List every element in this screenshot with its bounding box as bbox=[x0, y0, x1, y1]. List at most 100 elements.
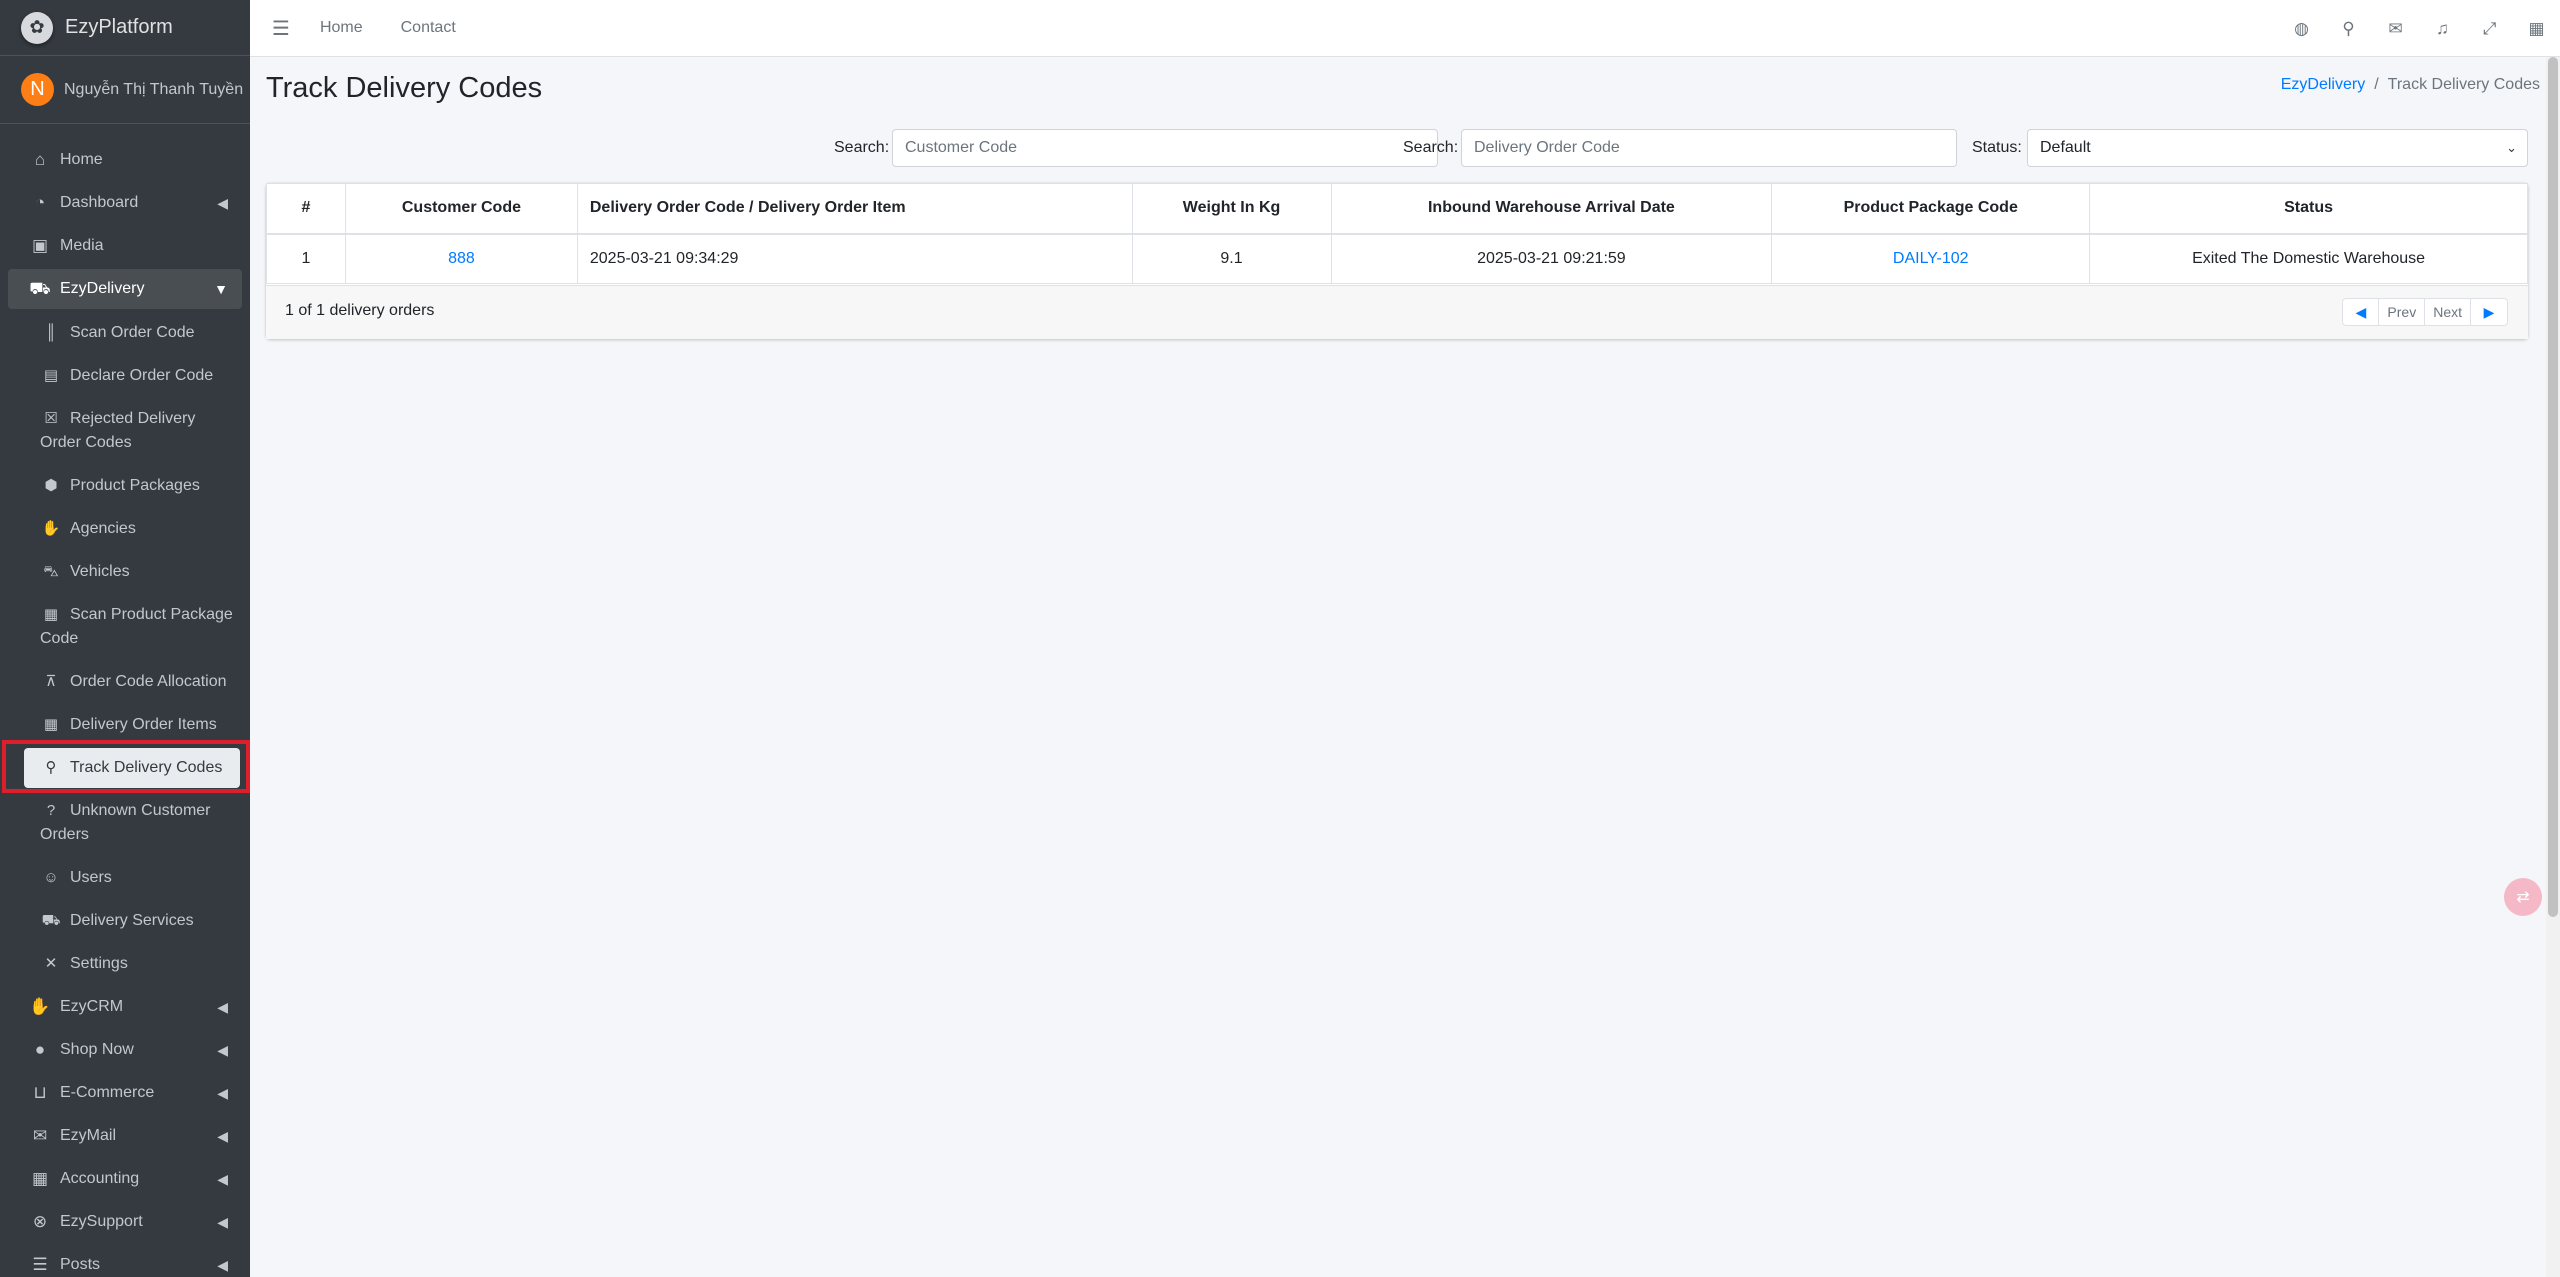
topnav-contact-link[interactable]: Contact bbox=[401, 19, 456, 37]
last-page-icon[interactable]: ▶ bbox=[2471, 299, 2507, 325]
sidebar-item-vehicles[interactable]: ⛍ Vehicles bbox=[24, 552, 242, 592]
dashboard-icon: ◔ bbox=[34, 193, 46, 212]
avatar: N bbox=[21, 73, 54, 106]
topnav-home-link[interactable]: Home bbox=[320, 19, 363, 37]
question-icon: ? bbox=[46, 802, 56, 819]
chevron-left-icon: ◀ bbox=[217, 1128, 228, 1144]
customer-code-search-input[interactable]: Customer Code bbox=[892, 129, 1438, 167]
expand-icon[interactable]: ⤢ bbox=[2466, 19, 2513, 39]
table-row: 1 888 2025-03-21 09:34:29 9.1 2025-03-21… bbox=[266, 233, 2528, 284]
breadcrumb-ezydelivery-link[interactable]: EzyDelivery bbox=[2281, 76, 2365, 93]
globe-icon[interactable]: ◍ bbox=[2278, 19, 2325, 39]
sidebar-item-settings[interactable]: ✕ Settings bbox=[24, 944, 242, 984]
sidebar-item-label: Order Code Allocation bbox=[70, 673, 227, 690]
scrollbar-thumb[interactable] bbox=[2548, 57, 2558, 917]
sidebar-item-unknown-customer-orders[interactable]: ? Unknown Customer Orders bbox=[24, 791, 242, 855]
sidebar-item-order-code-allocation[interactable]: ⊼ Order Code Allocation bbox=[24, 662, 242, 702]
pagination: ◀ Prev Next ▶ bbox=[2342, 298, 2508, 326]
sidebar: ✿ EzyPlatform N Nguyễn Thị Thanh Tuyền ⌂… bbox=[0, 0, 250, 1277]
col-product-package-code[interactable]: Product Package Code bbox=[1771, 183, 2091, 235]
table-header-row: # Customer Code Delivery Order Code / De… bbox=[266, 183, 2528, 235]
boxes-icon: ⬢ bbox=[44, 477, 58, 494]
customer-code-link[interactable]: 888 bbox=[448, 250, 475, 267]
delivery-order-code-search-input[interactable]: Delivery Order Code bbox=[1461, 129, 1957, 167]
comments-icon[interactable]: ✉ bbox=[2372, 19, 2419, 39]
col-delivery-order-code[interactable]: Delivery Order Code / Delivery Order Ite… bbox=[576, 183, 1133, 235]
first-page-icon[interactable]: ◀ bbox=[2343, 299, 2380, 325]
sidebar-item-users[interactable]: ☺ Users bbox=[24, 858, 242, 898]
brand-link[interactable]: ✿ EzyPlatform bbox=[0, 0, 250, 56]
sidebar-item-rejected-delivery-order-codes[interactable]: ☒ Rejected Delivery Order Codes bbox=[24, 399, 242, 463]
chevron-left-icon: ◀ bbox=[217, 1171, 228, 1187]
sidebar-item-agencies[interactable]: ✋ Agencies bbox=[24, 509, 242, 549]
translate-icon[interactable]: ⇄ bbox=[2504, 878, 2542, 916]
cell-index: 1 bbox=[266, 233, 346, 284]
customer-code-search-label: Search: bbox=[834, 139, 890, 156]
sidebar-item-ezymail[interactable]: ✉ EzyMail ◀ bbox=[8, 1116, 242, 1156]
status-select[interactable]: Default ⌄ bbox=[2027, 129, 2528, 167]
search-icon[interactable]: ⚲ bbox=[2325, 19, 2372, 39]
delivery-codes-table: # Customer Code Delivery Order Code / De… bbox=[266, 183, 2528, 284]
sidebar-item-posts[interactable]: ☰ Posts ◀ bbox=[8, 1245, 242, 1277]
sidebar-item-label: EzyMail bbox=[60, 1127, 117, 1144]
truck-icon: ⛟ bbox=[29, 279, 51, 298]
sitemap-icon: ⊼ bbox=[45, 673, 57, 690]
sidebar-item-delivery-services[interactable]: ⛟ Delivery Services bbox=[24, 901, 242, 941]
sidebar-item-label-2: Orders bbox=[40, 826, 89, 843]
users-icon: ☺ bbox=[43, 869, 59, 886]
topbar-icons: ◍ ⚲ ✉ ♫ ⤢ ▦ bbox=[2278, 0, 2560, 57]
col-weight[interactable]: Weight In Kg bbox=[1131, 183, 1332, 235]
sidebar-item-e-commerce[interactable]: ⊔ E-Commerce ◀ bbox=[8, 1073, 242, 1113]
breadcrumb-current: Track Delivery Codes bbox=[2387, 76, 2540, 93]
col-index[interactable]: # bbox=[266, 183, 346, 235]
sidebar-item-declare-order-code[interactable]: ▤ Declare Order Code bbox=[24, 356, 242, 396]
image-icon: ▣ bbox=[31, 236, 49, 255]
calculator-icon: ▦ bbox=[31, 1169, 49, 1188]
sidebar-item-media[interactable]: ▣ Media bbox=[8, 226, 242, 266]
sidebar-item-product-packages[interactable]: ⬢ Product Packages bbox=[24, 466, 242, 506]
chevron-left-icon: ◀ bbox=[217, 1257, 228, 1273]
sidebar-item-label: Accounting bbox=[60, 1170, 140, 1187]
grid-icon: ▦ bbox=[43, 716, 59, 733]
bell-icon[interactable]: ♫ bbox=[2419, 19, 2466, 39]
sidebar-item-label: Scan Order Code bbox=[70, 324, 195, 341]
cell-arrival-date: 2025-03-21 09:21:59 bbox=[1330, 233, 1773, 284]
sidebar-item-label: Posts bbox=[60, 1256, 101, 1273]
sidebar-item-label: Unknown Customer bbox=[70, 802, 211, 819]
sidebar-item-ezysupport[interactable]: ⊗ EzySupport ◀ bbox=[8, 1202, 242, 1242]
apps-icon[interactable]: ▦ bbox=[2513, 19, 2560, 39]
sidebar-item-label: E-Commerce bbox=[60, 1084, 155, 1101]
sidebar-item-shop-now[interactable]: ● Shop Now ◀ bbox=[8, 1030, 242, 1070]
sidebar-item-delivery-order-items[interactable]: ▦ Delivery Order Items bbox=[24, 705, 242, 745]
menu-toggle-icon[interactable]: ☰ bbox=[272, 16, 290, 41]
handshake-icon: ✋ bbox=[41, 520, 61, 537]
handshake-icon: ✋ bbox=[29, 997, 51, 1016]
sidebar-item-home[interactable]: ⌂ Home bbox=[8, 140, 242, 180]
list-icon: ☰ bbox=[32, 1255, 48, 1274]
sidebar-item-dashboard[interactable]: ◔ Dashboard ◀ bbox=[8, 183, 242, 223]
cell-status: Exited The Domestic Warehouse bbox=[2089, 233, 2528, 284]
sidebar-item-label-2: Order Codes bbox=[40, 434, 132, 451]
product-package-link[interactable]: DAILY-102 bbox=[1893, 250, 1969, 267]
topbar: ☰ Home Contact ◍ ⚲ ✉ ♫ ⤢ ▦ bbox=[250, 0, 2560, 57]
tools-icon: ✕ bbox=[44, 955, 58, 972]
vehicle-icon: ⛍ bbox=[43, 563, 59, 580]
user-panel[interactable]: N Nguyễn Thị Thanh Tuyền bbox=[0, 56, 250, 124]
chevron-down-icon: ⌄ bbox=[2506, 140, 2517, 155]
sidebar-item-label: Shop Now bbox=[60, 1041, 134, 1058]
sidebar-item-scan-product-package-code[interactable]: ▦ Scan Product Package Code bbox=[24, 595, 242, 659]
col-customer-code[interactable]: Customer Code bbox=[344, 183, 578, 235]
sidebar-item-ezycrm[interactable]: ✋ EzyCRM ◀ bbox=[8, 987, 242, 1027]
breadcrumb: EzyDelivery / Track Delivery Codes bbox=[2281, 76, 2540, 94]
col-status[interactable]: Status bbox=[2089, 183, 2528, 235]
cell-product-package-code: DAILY-102 bbox=[1771, 233, 2091, 284]
next-button[interactable]: Next bbox=[2425, 299, 2471, 325]
sidebar-item-ezydelivery[interactable]: ⛟ EzyDelivery ▼ bbox=[8, 269, 242, 309]
sidebar-item-scan-order-code[interactable]: ║ Scan Order Code bbox=[24, 313, 242, 353]
page-title: Track Delivery Codes bbox=[266, 72, 543, 104]
sidebar-item-accounting[interactable]: ▦ Accounting ◀ bbox=[8, 1159, 242, 1199]
breadcrumb-separator: / bbox=[2374, 76, 2379, 93]
cell-delivery-order-code: 2025-03-21 09:34:29 bbox=[576, 233, 1133, 284]
col-arrival-date[interactable]: Inbound Warehouse Arrival Date bbox=[1330, 183, 1773, 235]
prev-button[interactable]: Prev bbox=[2379, 299, 2426, 325]
